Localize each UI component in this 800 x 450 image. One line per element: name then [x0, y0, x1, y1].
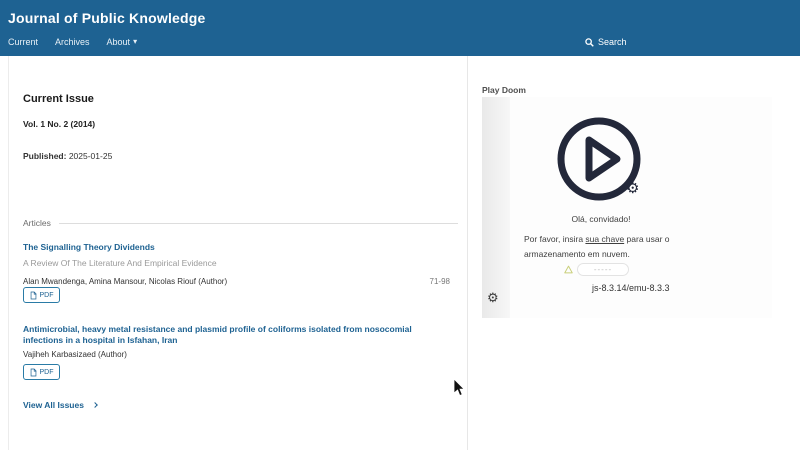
emulator-message: Por favor, insira sua chave para usar o …	[524, 232, 684, 262]
articles-section-rule	[58, 222, 458, 224]
nav-current[interactable]: Current	[8, 37, 38, 47]
key-input-row: -----	[564, 263, 629, 276]
chevron-right-icon	[92, 402, 98, 408]
warning-icon	[564, 265, 573, 274]
search-label: Search	[598, 37, 627, 47]
doom-emulator-widget: ⚙ ⚙ Olá, convidado! Por favor, insira su…	[482, 97, 772, 318]
chevron-down-icon: ▾	[133, 36, 138, 46]
emulator-greeting: Olá, convidado!	[571, 214, 631, 224]
view-all-issues-link[interactable]: View All Issues	[23, 400, 98, 410]
article-authors: Vajiheh Karbasizaed (Author)	[23, 350, 127, 359]
file-icon	[30, 291, 36, 299]
pdf-label: PDF	[39, 291, 54, 299]
article-subtitle: A Review Of The Literature And Empirical…	[23, 258, 217, 268]
article-title-link[interactable]: The Signalling Theory Dividends	[23, 242, 453, 253]
gear-icon[interactable]: ⚙	[487, 291, 499, 304]
pdf-button[interactable]: PDF	[23, 287, 60, 303]
view-all-issues-label: View All Issues	[23, 400, 84, 410]
published-date: 2025-01-25	[66, 151, 113, 161]
pdf-button[interactable]: PDF	[23, 364, 60, 380]
file-icon	[30, 368, 36, 376]
sidebar-block-title: Play Doom	[482, 85, 526, 95]
message-text: Por favor, insira	[524, 234, 586, 244]
pdf-label: PDF	[39, 368, 54, 376]
article-authors: Alan Mwandenga, Amina Mansour, Nicolas R…	[23, 277, 228, 286]
nav-about[interactable]: About ▾	[107, 36, 138, 48]
articles-section-header: Articles	[23, 218, 458, 228]
journal-title: Journal of Public Knowledge	[8, 10, 206, 26]
nav-archives[interactable]: Archives	[55, 37, 90, 47]
current-issue-heading: Current Issue	[23, 93, 94, 105]
emulator-version: js-8.3.14/emu-8.3.3	[592, 283, 670, 293]
published-label: Published:	[23, 151, 67, 161]
article-title-link[interactable]: Antimicrobial, heavy metal resistance an…	[23, 324, 453, 346]
published-line: Published: 2025-01-25	[23, 151, 112, 161]
gear-icon[interactable]: ⚙	[626, 181, 639, 196]
issue-volume: Vol. 1 No. 2 (2014)	[23, 119, 96, 129]
search-icon	[585, 37, 594, 47]
site-header: Journal of Public Knowledge Current Arch…	[0, 0, 800, 56]
key-input[interactable]: -----	[577, 263, 629, 276]
articles-section-label: Articles	[23, 218, 51, 228]
search-button[interactable]: Search	[585, 37, 627, 47]
content-sidebar-divider	[467, 56, 468, 450]
emulator-side-strip: ⚙	[482, 97, 510, 318]
primary-nav: Current Archives About ▾	[8, 36, 138, 48]
key-link[interactable]: sua chave	[585, 234, 624, 244]
article-pages: 71-98	[429, 277, 450, 286]
